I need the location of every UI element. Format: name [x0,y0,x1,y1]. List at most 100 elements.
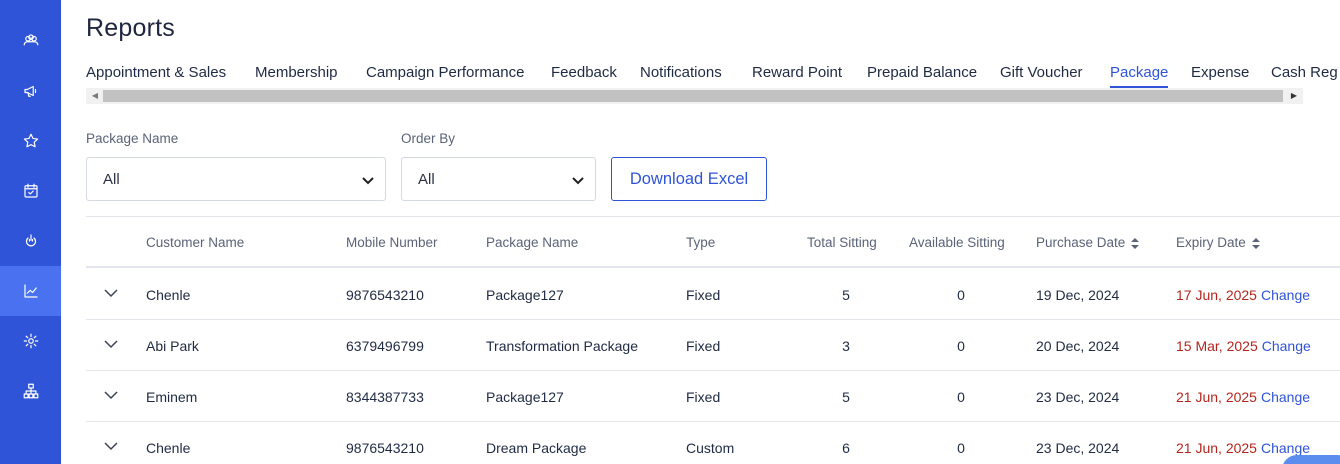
scroll-left-icon[interactable]: ◀ [88,88,102,104]
column-header-purchase-date[interactable]: Purchase Date [1036,235,1140,250]
expand-row-icon[interactable] [104,286,120,302]
tab-campaign-performance[interactable]: Campaign Performance [366,62,524,88]
package-name-value: All [103,171,120,188]
total-sitting: 3 [842,338,850,354]
tab-cash-register[interactable]: Cash Reg [1271,62,1338,88]
expiry-cell: 15 Mar, 2025 Change [1176,338,1311,354]
tab-membership[interactable]: Membership [255,62,338,88]
total-sitting: 6 [842,440,850,456]
tab-reward-point[interactable]: Reward Point [752,62,842,88]
table-header: Customer Name Mobile Number Package Name… [86,217,1340,268]
expiry-date: 21 Jun, 2025 [1176,389,1257,405]
table-row[interactable]: Chenle 9876543210 Dream Package Custom 6… [86,422,1340,464]
sidebar-item-appointments[interactable] [0,166,61,216]
package-type: Fixed [686,338,721,354]
package-type: Fixed [686,389,721,405]
change-expiry-link[interactable]: Change [1261,389,1310,405]
customer-name: Eminem [146,389,198,405]
package-name-select[interactable]: All [86,157,386,201]
chat-help-button[interactable] [1282,455,1340,464]
gear-icon [23,333,38,349]
table-row[interactable]: Eminem 8344387733 Package127 Fixed 5 0 2… [86,371,1340,422]
column-header-type: Type [686,235,716,250]
tab-package[interactable]: Package [1110,62,1169,88]
touch-icon [25,234,36,247]
package-name: Dream Package [486,440,587,456]
sidebar-item-services[interactable] [0,216,61,266]
change-expiry-link[interactable]: Change [1261,440,1310,456]
column-header-expiry-date[interactable]: Expiry Date [1176,235,1260,250]
sort-icon[interactable] [1251,237,1260,249]
expand-row-icon[interactable] [104,388,120,404]
total-sitting: 5 [842,389,850,405]
calendar-icon [23,183,38,198]
sidebar-item-customers[interactable] [0,16,61,66]
scrollbar-thumb[interactable] [103,90,1283,102]
megaphone-icon [23,85,36,97]
sidebar-item-reports[interactable] [0,266,61,316]
hierarchy-icon [23,383,38,399]
star-icon [23,133,38,148]
chart-icon [23,284,38,298]
column-header-package-name: Package Name [486,235,579,250]
available-sitting: 0 [957,389,965,405]
mobile-number: 9876543210 [346,440,424,456]
tab-prepaid-balance[interactable]: Prepaid Balance [867,62,977,88]
page-title: Reports [86,14,175,42]
column-header-customer-name: Customer Name [146,235,245,250]
table-row[interactable]: Chenle 9876543210 Package127 Fixed 5 0 1… [86,269,1340,320]
package-name-label: Package Name [86,131,179,146]
column-header-mobile-number: Mobile Number [346,235,438,250]
scroll-right-icon[interactable]: ▶ [1287,88,1301,104]
expiry-cell: 21 Jun, 2025 Change [1176,440,1310,456]
available-sitting: 0 [957,440,965,456]
sidebar-item-reviews[interactable] [0,116,61,166]
tab-expense[interactable]: Expense [1191,62,1249,88]
tab-gift-voucher[interactable]: Gift Voucher [1000,62,1083,88]
tab-appointment-sales[interactable]: Appointment & Sales [86,62,226,88]
purchase-date-label: Purchase Date [1036,235,1126,250]
expiry-cell: 17 Jun, 2025 Change [1176,287,1310,303]
tabs-scrollbar[interactable]: ◀ ▶ [86,88,1303,104]
expiry-date: 17 Jun, 2025 [1176,287,1257,303]
order-by-select[interactable]: All [401,157,596,201]
package-name: Package127 [486,389,564,405]
order-by-label: Order By [401,131,456,146]
available-sitting: 0 [957,338,965,354]
purchase-date: 23 Dec, 2024 [1036,440,1120,456]
sidebar-item-settings[interactable] [0,316,61,366]
column-header-available-sitting: Available Sitting [909,235,1005,250]
mobile-number: 6379496799 [346,338,424,354]
sidebar-item-organization[interactable] [0,366,61,416]
package-name: Package127 [486,287,564,303]
sort-icon[interactable] [1131,237,1140,249]
customer-name: Abi Park [146,338,199,354]
customer-name: Chenle [146,287,191,303]
package-name: Transformation Package [486,338,638,354]
download-excel-button[interactable]: Download Excel [611,157,767,201]
sidebar-item-campaigns[interactable] [0,66,61,116]
total-sitting: 5 [842,287,850,303]
tab-notifications[interactable]: Notifications [640,62,722,88]
expiry-date-label: Expiry Date [1176,235,1246,250]
column-header-total-sitting: Total Sitting [807,235,877,250]
available-sitting: 0 [957,287,965,303]
expand-row-icon[interactable] [104,439,120,455]
mobile-number: 9876543210 [346,287,424,303]
group-icon [23,34,38,46]
expand-row-icon[interactable] [104,337,120,353]
tab-feedback[interactable]: Feedback [551,62,617,88]
chevron-down-icon [361,173,375,187]
change-expiry-link[interactable]: Change [1261,287,1310,303]
package-type: Custom [686,440,735,456]
mobile-number: 8344387733 [346,389,424,405]
customer-name: Chenle [146,440,191,456]
main-content: Reports Appointment & Sales Membership C… [86,0,1340,464]
expiry-date: 15 Mar, 2025 [1176,338,1258,354]
order-by-value: All [418,171,435,188]
report-tabs: Appointment & Sales Membership Campaign … [86,62,1340,90]
table-row[interactable]: Abi Park 6379496799 Transformation Packa… [86,320,1340,371]
change-expiry-link[interactable]: Change [1262,338,1311,354]
expiry-cell: 21 Jun, 2025 Change [1176,389,1310,405]
package-type: Fixed [686,287,721,303]
